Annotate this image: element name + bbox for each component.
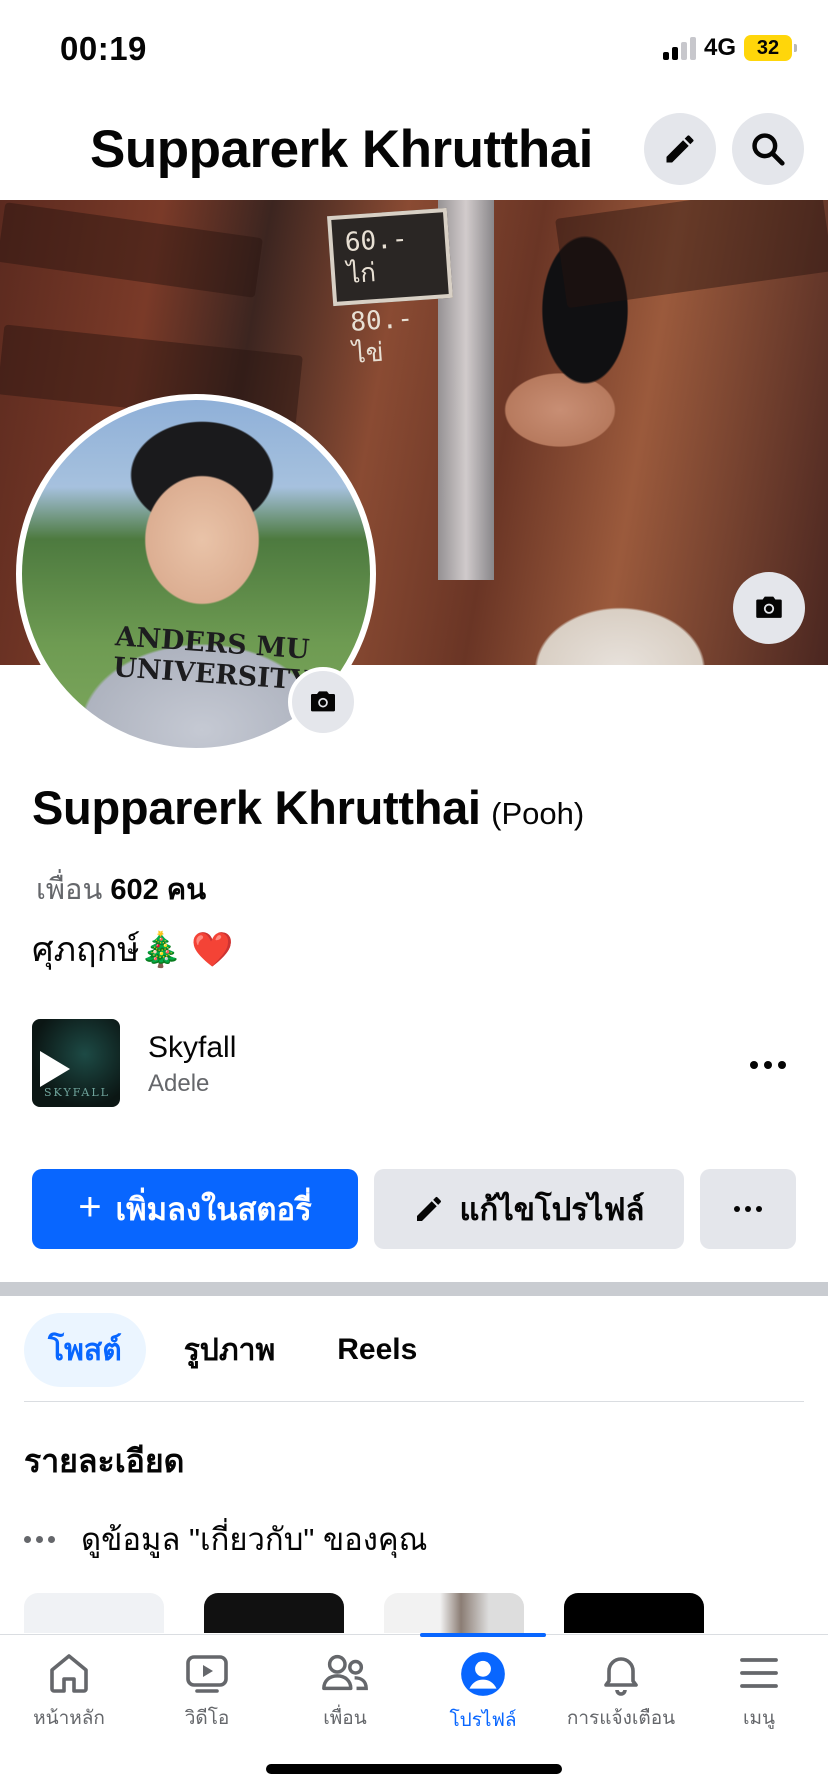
friends-icon bbox=[322, 1654, 368, 1691]
nav-item-notifications[interactable]: การแจ้งเตือน bbox=[552, 1649, 690, 1733]
about-link[interactable]: ดูข้อมูล "เกี่ยวกับ" ของคุณ bbox=[24, 1514, 427, 1564]
more-icon-dot bbox=[745, 1206, 751, 1212]
section-divider bbox=[0, 1282, 828, 1296]
add-to-story-button[interactable]: + เพิ่มลงในสตอรี่ bbox=[32, 1169, 358, 1249]
profile-alt-name: (Pooh) bbox=[491, 796, 585, 831]
nav-label: เพื่อน bbox=[323, 1708, 367, 1729]
friends-number: 602 bbox=[110, 874, 159, 906]
profile-music[interactable]: SKYFALL Skyfall Adele bbox=[32, 1019, 796, 1109]
more-icon-dot bbox=[764, 1061, 772, 1069]
home-indicator[interactable] bbox=[266, 1764, 562, 1774]
profile-bio: ศุภฤกษ์🎄 ❤️ bbox=[32, 931, 234, 969]
profile-header: Supparerk Khrutthai bbox=[0, 105, 828, 195]
profile-icon bbox=[461, 1652, 505, 1696]
about-link-label: ดูข้อมูล "เกี่ยวกับ" ของคุณ bbox=[81, 1522, 428, 1557]
music-more-button[interactable] bbox=[740, 1037, 796, 1093]
featured-thumbnail[interactable] bbox=[204, 1593, 344, 1633]
profile-name: Supparerk Khrutthai bbox=[32, 781, 481, 834]
more-icon bbox=[24, 1535, 55, 1543]
nav-label: โปรไฟล์ bbox=[449, 1710, 517, 1731]
page-title: Supparerk Khrutthai bbox=[90, 120, 593, 179]
status-time: 00:19 bbox=[60, 30, 147, 67]
profile-tabs: โพสต์ รูปภาพ Reels bbox=[24, 1312, 455, 1388]
more-icon-dot bbox=[24, 1535, 31, 1543]
profile-more-button[interactable] bbox=[700, 1169, 796, 1249]
nav-item-profile[interactable]: โปรไฟล์ bbox=[414, 1649, 552, 1735]
details-heading: รายละเอียด bbox=[24, 1443, 185, 1479]
more-icon-dot bbox=[36, 1535, 43, 1543]
status-bar: 00:19 4G 32 bbox=[0, 0, 828, 100]
nav-label: การแจ้งเตือน bbox=[566, 1708, 676, 1729]
menu-icon bbox=[740, 1658, 778, 1688]
search-icon bbox=[752, 133, 785, 166]
tab-photos[interactable]: รูปภาพ bbox=[160, 1313, 300, 1387]
edit-button[interactable] bbox=[644, 113, 716, 185]
friends-count[interactable]: เพื่อน 602 คน bbox=[36, 866, 206, 912]
avatar-camera-button[interactable] bbox=[288, 667, 358, 737]
status-indicators: 4G 32 bbox=[662, 34, 797, 62]
nav-label: เมนู bbox=[742, 1708, 775, 1729]
featured-thumbnail[interactable] bbox=[24, 1593, 164, 1633]
nav-item-friends[interactable]: เพื่อน bbox=[276, 1649, 414, 1733]
pencil-icon bbox=[666, 135, 694, 163]
edit-profile-button[interactable]: แก้ไขโปรไฟล์ bbox=[374, 1169, 684, 1249]
active-tab-indicator bbox=[420, 1633, 546, 1637]
featured-thumbnail[interactable] bbox=[384, 1593, 524, 1633]
more-icon-dot bbox=[756, 1206, 762, 1212]
sign-line: 60.- ไก่ bbox=[343, 223, 409, 290]
tabs-divider bbox=[24, 1401, 804, 1402]
cover-plank bbox=[0, 202, 263, 298]
featured-thumbnail[interactable] bbox=[564, 1593, 704, 1633]
nav-item-menu[interactable]: เมนู bbox=[690, 1649, 828, 1733]
video-icon bbox=[186, 1655, 228, 1693]
camera-icon bbox=[756, 596, 782, 618]
network-type: 4G bbox=[703, 34, 736, 61]
friends-prefix: เพื่อน bbox=[36, 874, 103, 906]
search-button[interactable] bbox=[732, 113, 804, 185]
album-art-label: SKYFALL bbox=[44, 1086, 110, 1099]
more-icon bbox=[750, 1061, 758, 1069]
sign-line: 80.- ไข่ bbox=[349, 303, 415, 370]
tab-reels[interactable]: Reels bbox=[313, 1313, 441, 1387]
song-artist: Adele bbox=[148, 1070, 210, 1097]
cover-plank bbox=[555, 200, 828, 309]
more-icon-dot bbox=[734, 1206, 740, 1212]
album-art[interactable]: SKYFALL bbox=[32, 1019, 120, 1107]
add-story-label: เพิ่มลงในสตอรี่ bbox=[115, 1192, 312, 1227]
pencil-icon bbox=[417, 1196, 442, 1221]
edit-profile-label: แก้ไขโปรไฟล์ bbox=[459, 1192, 645, 1227]
camera-icon bbox=[311, 691, 335, 712]
more-icon-dot bbox=[48, 1535, 55, 1543]
nav-item-video[interactable]: วิดีโอ bbox=[138, 1649, 276, 1733]
friends-suffix: คน bbox=[166, 874, 207, 906]
nav-label: วิดีโอ bbox=[184, 1708, 230, 1729]
cellular-signal-icon bbox=[662, 36, 696, 60]
home-icon bbox=[50, 1654, 88, 1693]
more-icon bbox=[734, 1206, 762, 1212]
bell-icon bbox=[604, 1657, 638, 1696]
cover-price-sign: 60.- ไก่ 80.- ไข่ bbox=[327, 207, 453, 370]
tab-posts[interactable]: โพสต์ bbox=[24, 1313, 146, 1387]
play-icon bbox=[40, 1051, 70, 1087]
nav-item-home[interactable]: หน้าหลัก bbox=[0, 1649, 138, 1733]
cover-camera-button[interactable] bbox=[733, 572, 805, 644]
plus-icon: + bbox=[78, 1184, 102, 1229]
profile-name-row: Supparerk Khrutthai (Pooh) bbox=[32, 780, 584, 835]
nav-label: หน้าหลัก bbox=[33, 1708, 105, 1729]
battery-icon: 32 bbox=[744, 35, 797, 61]
more-icon-dot bbox=[778, 1061, 786, 1069]
song-title: Skyfall bbox=[148, 1031, 237, 1064]
